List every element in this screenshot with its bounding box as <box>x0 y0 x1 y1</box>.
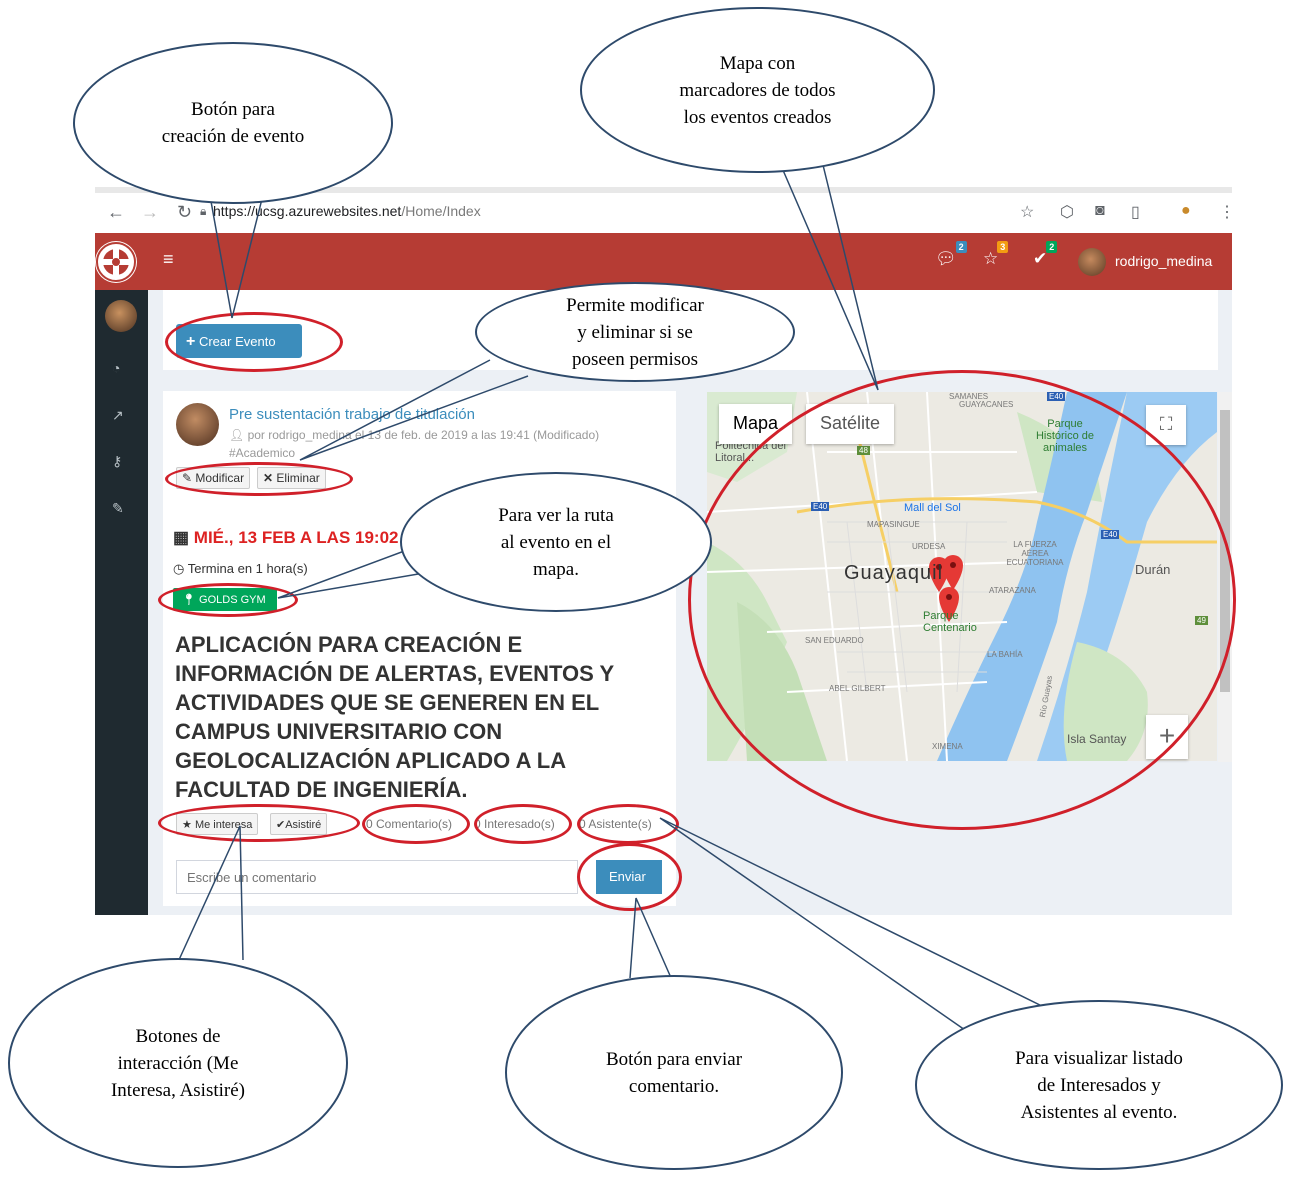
map-type-map-label: Mapa <box>733 413 779 433</box>
callout-list: Para visualizar listado de Interesados y… <box>915 1000 1283 1170</box>
extension-burger-icon[interactable]: ● <box>1181 202 1191 220</box>
event-ends-text: Termina en 1 hora(s) <box>187 561 308 576</box>
tasks-badge: 2 <box>1046 241 1058 253</box>
highlight-map <box>688 370 1236 830</box>
forward-arrow-icon[interactable]: → <box>141 202 159 223</box>
lock-icon: 🔒︎ <box>200 204 207 218</box>
comment-input[interactable] <box>176 860 578 894</box>
university-logo[interactable] <box>95 241 137 283</box>
user-name[interactable]: rodrigo_medina <box>1115 253 1212 269</box>
extension-cube-icon[interactable]: ⬡ <box>1060 202 1074 222</box>
callout-send-text: Botón para enviar comentario. <box>605 1048 743 1097</box>
favorites-badge: 3 <box>997 241 1009 253</box>
comments-badge: 2 <box>955 241 967 253</box>
user-avatar[interactable] <box>1078 248 1106 276</box>
author-avatar <box>176 403 219 446</box>
event-tag: #Academico <box>229 446 296 460</box>
event-meta: 👤︎ por rodrigo_medina el 13 de feb. de 2… <box>229 428 599 442</box>
callout-map-text: Mapa con marcadores de todos los eventos… <box>679 52 836 128</box>
hamburger-icon[interactable]: ≡ <box>163 249 174 270</box>
highlight-create-button <box>165 312 343 372</box>
url-path: /Home/Index <box>401 203 481 219</box>
callout-interaction: Botones de interacción (Me Interesa, Asi… <box>8 958 348 1168</box>
sidebar-avatar[interactable] <box>105 300 137 332</box>
extension-camera-icon[interactable]: ◙ <box>1095 202 1105 220</box>
address-bar[interactable]: https://ucsg.azurewebsites.net/Home/Inde… <box>213 203 481 219</box>
user-icon: 👤︎ <box>229 428 245 442</box>
callout-create-event: Botón para creación de evento <box>73 42 393 204</box>
callout-modify-text: Permite modificar y eliminar si se posee… <box>566 294 704 370</box>
calendar-icon: ▦ <box>173 528 190 547</box>
bookmark-star-icon[interactable]: ☆ <box>1020 202 1034 222</box>
event-title[interactable]: Pre sustentación trabajo de titulación <box>229 406 475 423</box>
callout-create-event-text: Botón para creación de evento <box>161 99 305 147</box>
callout-modify: Permite modificar y eliminar si se posee… <box>475 282 795 382</box>
highlight-comments <box>362 804 470 844</box>
highlight-send <box>577 843 682 911</box>
callout-send: Botón para enviar comentario. <box>505 975 843 1170</box>
callout-interaction-text: Botones de interacción (Me Interesa, Asi… <box>110 1025 245 1101</box>
sidebar: ◔ ↗ ⚷ ✎ <box>95 290 148 915</box>
edit-icon[interactable]: ✎ <box>112 500 124 517</box>
dashboard-icon[interactable]: ◔ <box>112 360 120 376</box>
event-description: APLICACIÓN PARA CREACIÓN E INFORMACIÓN D… <box>175 632 614 802</box>
back-arrow-icon[interactable]: ← <box>107 202 125 223</box>
cross-logo-icon <box>96 242 136 282</box>
callout-route: Para ver la ruta al evento en el mapa. <box>400 472 712 612</box>
app-header: ≡ 💬︎ 2 ☆ 3 ✔ 2 rodrigo_medina <box>95 233 1232 290</box>
chart-icon[interactable]: ↗ <box>112 407 124 424</box>
highlight-attendees <box>577 804 679 844</box>
more-menu-icon[interactable]: ⋮ <box>1219 202 1235 222</box>
extension-page-icon[interactable]: ▯ <box>1131 202 1140 222</box>
event-date-text: MIÉ., 13 FEB A LAS 19:02 <box>193 528 399 547</box>
clock-icon: ◷ <box>173 561 185 576</box>
event-meta-text: por rodrigo_medina el 13 de feb. de 2019… <box>247 428 600 442</box>
reload-icon[interactable]: ↻ <box>177 202 192 223</box>
check-icon[interactable]: ✔ 2 <box>1033 241 1058 269</box>
highlight-location <box>158 583 298 617</box>
comments-icon[interactable]: 💬︎ 2 <box>935 241 967 269</box>
callout-route-text: Para ver la ruta al evento en el mapa. <box>498 504 614 580</box>
event-date: ▦ MIÉ., 13 FEB A LAS 19:02 <box>173 528 399 548</box>
url-host: https://ucsg.azurewebsites.net <box>213 203 402 219</box>
highlight-interested <box>474 804 572 844</box>
key-icon[interactable]: ⚷ <box>112 453 122 470</box>
highlight-interaction <box>158 804 360 842</box>
callout-map: Mapa con marcadores de todos los eventos… <box>580 7 935 173</box>
event-ends: ◷ Termina en 1 hora(s) <box>173 561 308 577</box>
callout-list-text: Para visualizar listado de Interesados y… <box>1015 1047 1183 1123</box>
highlight-edit-delete <box>165 462 353 496</box>
star-icon[interactable]: ☆ 3 <box>983 241 1009 269</box>
